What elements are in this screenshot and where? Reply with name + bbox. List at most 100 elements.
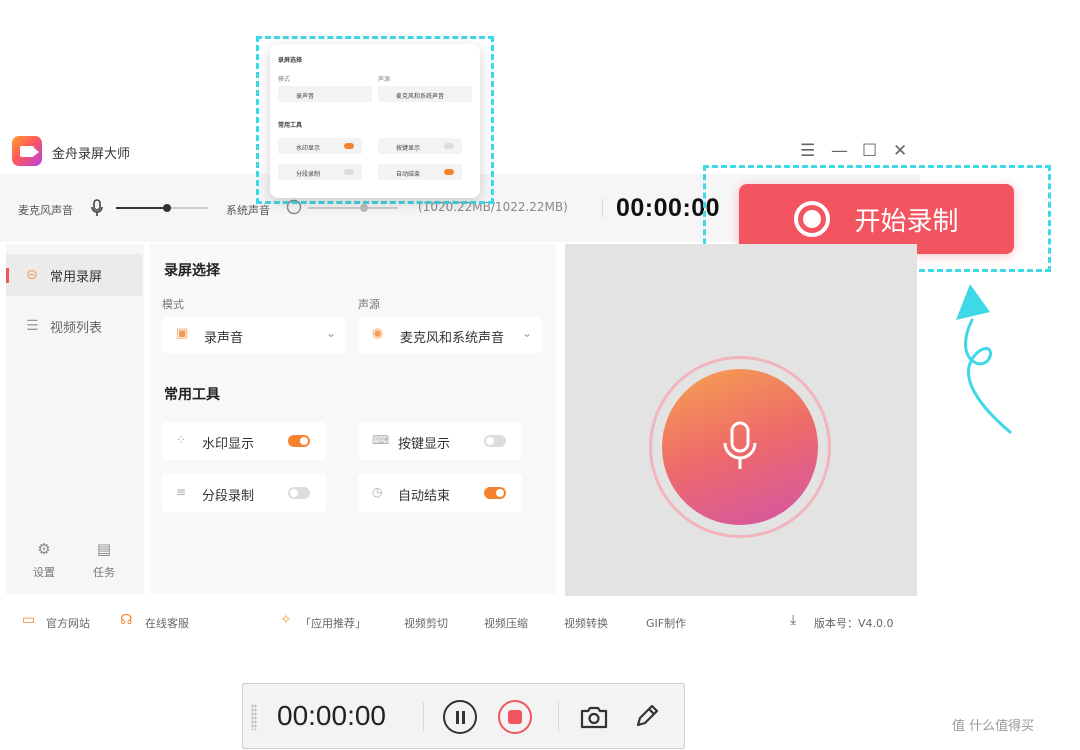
pen-annotate-icon[interactable] <box>633 702 661 730</box>
mini-mode-value: 录声音 <box>296 93 315 100</box>
stop-button[interactable] <box>498 700 532 734</box>
video-compress-link[interactable]: 视频压缩 <box>484 615 528 631</box>
list-icon: ☰ <box>26 318 39 334</box>
sidebar-item-label: 视频列表 <box>50 320 103 336</box>
segment-toggle[interactable] <box>288 487 310 499</box>
sidebar-item-video-list[interactable]: ☰ 视频列表 <box>6 305 142 347</box>
app-title: 金舟录屏大师 <box>52 147 131 162</box>
divider <box>423 702 424 732</box>
tool-keystroke[interactable]: ⌨ 按键显示 <box>358 422 522 460</box>
mic-volume-label: 麦克风声音 <box>18 204 73 217</box>
floating-record-toolbar: 00:00:00 <box>242 683 685 749</box>
mini-settings-panel: 录屏选择 模式 录声音 声源 麦克风和系统声音 常用工具 水印显示 按键显示 分… <box>270 44 480 198</box>
mode-value: 录声音 <box>204 331 244 346</box>
tool-label: 按键显示 <box>398 437 451 452</box>
mini-toggle <box>444 169 454 175</box>
recommend-icon: ✧ <box>280 612 292 628</box>
minimize-icon[interactable]: — <box>831 141 848 161</box>
mic-icon <box>91 199 103 216</box>
mode-select[interactable]: ▣ 录声音 ⌄ <box>162 317 346 353</box>
record-tab-icon: ⊝ <box>26 267 38 283</box>
screenshot-camera-icon[interactable] <box>579 704 609 730</box>
task-button[interactable]: ▤ 任务 <box>84 540 124 580</box>
tools-section-title: 常用工具 <box>164 387 220 403</box>
video-cut-link[interactable]: 视频剪切 <box>404 615 448 631</box>
mini-mode-label: 模式 <box>278 76 291 83</box>
source-label: 声源 <box>358 298 380 311</box>
mini-toggle <box>444 143 454 149</box>
record-icon <box>794 201 831 237</box>
gear-icon: ⚙ <box>37 540 51 558</box>
version-label: 版本号：V4.0.0 <box>814 617 894 630</box>
mini-mode-select: 录声音 <box>278 86 372 102</box>
settings-label: 设置 <box>33 566 55 579</box>
tool-label: 自动结束 <box>398 489 451 504</box>
mini-record-title: 录屏选择 <box>278 57 303 64</box>
record-section-title: 录屏选择 <box>164 263 220 279</box>
mini-tool-label: 水印显示 <box>296 145 321 152</box>
mini-tool-label: 按键显示 <box>396 145 421 152</box>
sidebar-item-label: 常用录屏 <box>50 269 103 285</box>
mini-tool-label: 自动结束 <box>396 171 421 178</box>
mode-label: 模式 <box>162 298 184 311</box>
mini-tool-label: 分段录制 <box>296 171 321 178</box>
record-audio-icon: ▣ <box>176 326 189 341</box>
maximize-icon[interactable]: ☐ <box>862 141 877 161</box>
drag-handle[interactable] <box>251 704 257 730</box>
mini-source-label: 声源 <box>378 76 391 83</box>
stop-icon <box>508 710 522 724</box>
auto-stop-toggle[interactable] <box>484 487 506 499</box>
task-icon: ▤ <box>96 540 112 558</box>
monitor-icon: ▭ <box>22 612 36 628</box>
headset-icon: ☊ <box>120 612 133 628</box>
mini-toggle <box>344 169 354 175</box>
tool-label: 分段录制 <box>202 489 255 504</box>
system-volume-slider[interactable] <box>308 207 398 209</box>
start-record-label: 开始录制 <box>854 206 959 237</box>
arrow-annotation <box>956 284 1012 434</box>
video-convert-link[interactable]: 视频转换 <box>564 615 608 631</box>
menu-icon[interactable]: ☰ <box>800 141 815 161</box>
mini-source-value: 麦克风和系统声音 <box>396 93 445 100</box>
keystroke-toggle[interactable] <box>484 435 506 447</box>
mini-tool-segment: 分段录制 <box>278 164 362 180</box>
system-volume-label: 系统声音 <box>226 204 270 217</box>
mini-tool-auto-stop: 自动结束 <box>378 164 462 180</box>
tool-segment[interactable]: ≡ 分段录制 <box>162 474 326 512</box>
gif-make-link[interactable]: GIF制作 <box>646 615 686 631</box>
mic-visual <box>649 356 831 538</box>
source-value: 麦克风和系统声音 <box>400 331 505 346</box>
tool-label: 水印显示 <box>202 437 255 452</box>
mini-source-select: 麦克风和系统声音 <box>378 86 472 102</box>
microphone-icon <box>723 421 757 469</box>
download-icon: ⤓ <box>790 612 797 628</box>
floating-timer: 00:00:00 <box>277 700 386 731</box>
online-service-link[interactable]: 在线客服 <box>145 615 189 631</box>
divider <box>602 198 603 218</box>
pause-icon <box>456 711 465 724</box>
task-label: 任务 <box>93 566 115 579</box>
settings-panel: 录屏选择 模式 ▣ 录声音 ⌄ 声源 ◉ 麦克风和系统声音 ⌄ 常用工具 ⁘ 水… <box>150 244 556 594</box>
mini-tools-title: 常用工具 <box>278 122 303 129</box>
mini-tool-keystroke: 按键显示 <box>378 138 462 154</box>
keyboard-icon: ⌨ <box>372 433 390 447</box>
system-volume-handle[interactable] <box>360 204 368 212</box>
sidebar-item-common-record[interactable]: ⊝ 常用录屏 <box>6 254 142 296</box>
mini-toggle <box>344 143 354 149</box>
source-select[interactable]: ◉ 麦克风和系统声音 ⌄ <box>358 317 542 353</box>
divider <box>558 702 559 732</box>
watermark-toggle[interactable] <box>288 435 310 447</box>
chevron-down-icon: ⌄ <box>521 326 532 340</box>
sound-source-icon: ◉ <box>372 326 384 341</box>
close-icon[interactable]: ✕ <box>893 141 907 161</box>
settings-button[interactable]: ⚙ 设置 <box>24 540 64 580</box>
mic-volume-handle[interactable] <box>162 204 171 212</box>
tool-watermark[interactable]: ⁘ 水印显示 <box>162 422 326 460</box>
audio-preview <box>565 244 917 596</box>
pause-button[interactable] <box>443 700 477 734</box>
watermark: 值 什么值得买 <box>952 719 1035 734</box>
tool-auto-stop[interactable]: ◷ 自动结束 <box>358 474 522 512</box>
official-site-link[interactable]: 官方网站 <box>46 615 90 631</box>
chevron-down-icon: ⌄ <box>325 326 336 340</box>
app-logo <box>12 136 42 166</box>
